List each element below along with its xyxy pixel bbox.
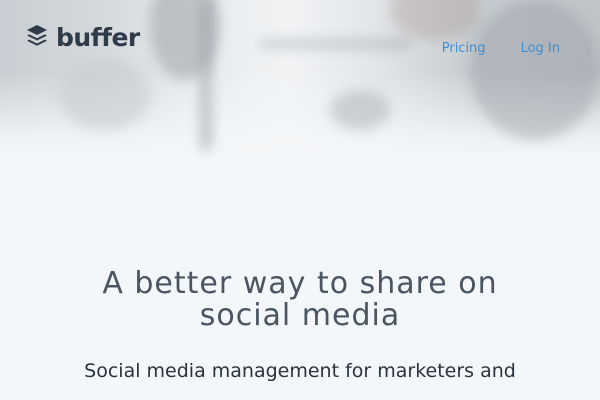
brand-name: buffer	[56, 22, 140, 52]
hero-headline-line-2: social media	[199, 298, 401, 333]
nav-link-pricing[interactable]: Pricing	[442, 41, 486, 56]
brand-logo-link[interactable]: buffer	[26, 24, 140, 50]
hero-headline: A better way to share on social media	[0, 268, 600, 332]
photo-blur-shape	[330, 90, 390, 130]
hero-headline-line-1: A better way to share on	[102, 266, 498, 301]
nav-links: Pricing Log In	[442, 41, 560, 56]
nav-link-log-in[interactable]: Log In	[521, 41, 560, 56]
hero-subheadline: Social media management for marketers an…	[84, 360, 516, 382]
stacked-layers-icon	[27, 25, 47, 46]
top-navigation: buffer Pricing Log In	[0, 0, 600, 90]
landing-page: buffer Pricing Log In A better way to sh…	[0, 0, 600, 400]
